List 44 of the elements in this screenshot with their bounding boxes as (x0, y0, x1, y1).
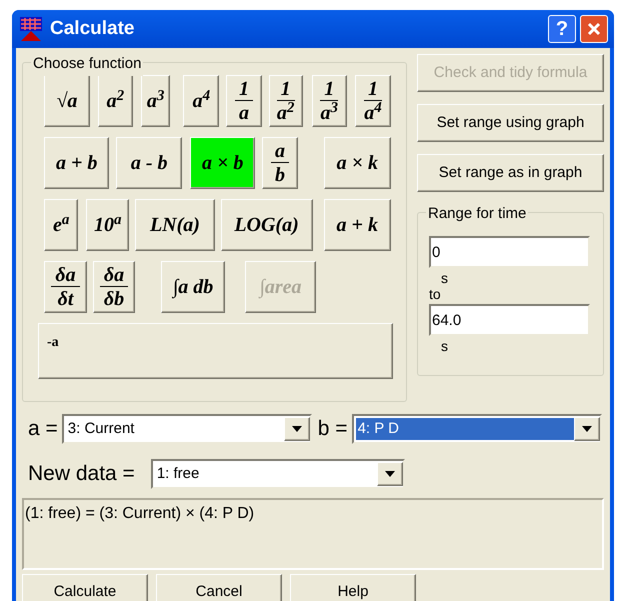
function-button[interactable]: LOG(a) (220, 199, 312, 251)
dropdown[interactable]: 4: P D (352, 414, 602, 444)
function-button[interactable]: a - b (116, 137, 182, 189)
function-button[interactable]: δa δt (44, 261, 87, 313)
input-field[interactable]: 0 (429, 236, 590, 268)
function-button[interactable]: δa δb (93, 261, 135, 313)
custom-function-button[interactable]: -a (38, 323, 393, 379)
variable-label: b = (318, 416, 348, 442)
close-button[interactable] (580, 15, 608, 43)
action-button[interactable]: Set range using graph (417, 104, 604, 142)
function-button[interactable]: a$^{3}$ (141, 75, 170, 127)
dropdown[interactable]: 1: free (150, 459, 405, 489)
function-button[interactable]: a$^{4}$ (183, 75, 220, 127)
dropdown[interactable]: 3: Current (62, 414, 312, 444)
input-field[interactable]: 64.0 (429, 304, 590, 336)
function-button[interactable]: a × k (324, 137, 392, 189)
function-button[interactable]: a + b (44, 137, 110, 189)
function-button[interactable]: e$^{a}$ (44, 199, 78, 251)
function-button[interactable]: 10$^{a}$ (86, 199, 130, 251)
function-button[interactable]: 1 a$^{4}$ (354, 75, 391, 127)
function-button[interactable]: ∫a db (161, 261, 225, 313)
unit-label: s (441, 338, 448, 354)
function-button[interactable]: 1 a$^{3}$ (312, 75, 347, 127)
function-button[interactable]: LN(a) (135, 199, 215, 251)
dialog-button[interactable]: Calculate (22, 574, 148, 601)
function-button[interactable]: √a (44, 75, 90, 127)
dialog-button[interactable]: Cancel (156, 574, 282, 601)
function-button[interactable]: a$^{2}$ (98, 75, 133, 127)
variable-label: a = (28, 416, 58, 442)
dialog-button[interactable]: Help (290, 574, 416, 601)
to-label: to (429, 286, 441, 302)
close-icon (587, 22, 601, 36)
function-button[interactable]: a b (262, 137, 298, 189)
function-button[interactable]: a + k (324, 199, 391, 251)
function-button[interactable]: 1 a$^{2}$ (268, 75, 303, 127)
function-button[interactable]: 1 a (226, 75, 262, 127)
unit-label: s (441, 270, 448, 286)
action-button[interactable]: Set range as in graph (417, 154, 604, 192)
app-icon (18, 16, 44, 42)
new-data-label: New data = (28, 461, 135, 488)
formula-display: (1: free) = (3: Current) × (4: P D) (22, 498, 604, 570)
function-button[interactable]: a × b (190, 137, 256, 189)
window-title: Calculate (50, 16, 134, 41)
help-button[interactable]: ? (548, 15, 576, 43)
